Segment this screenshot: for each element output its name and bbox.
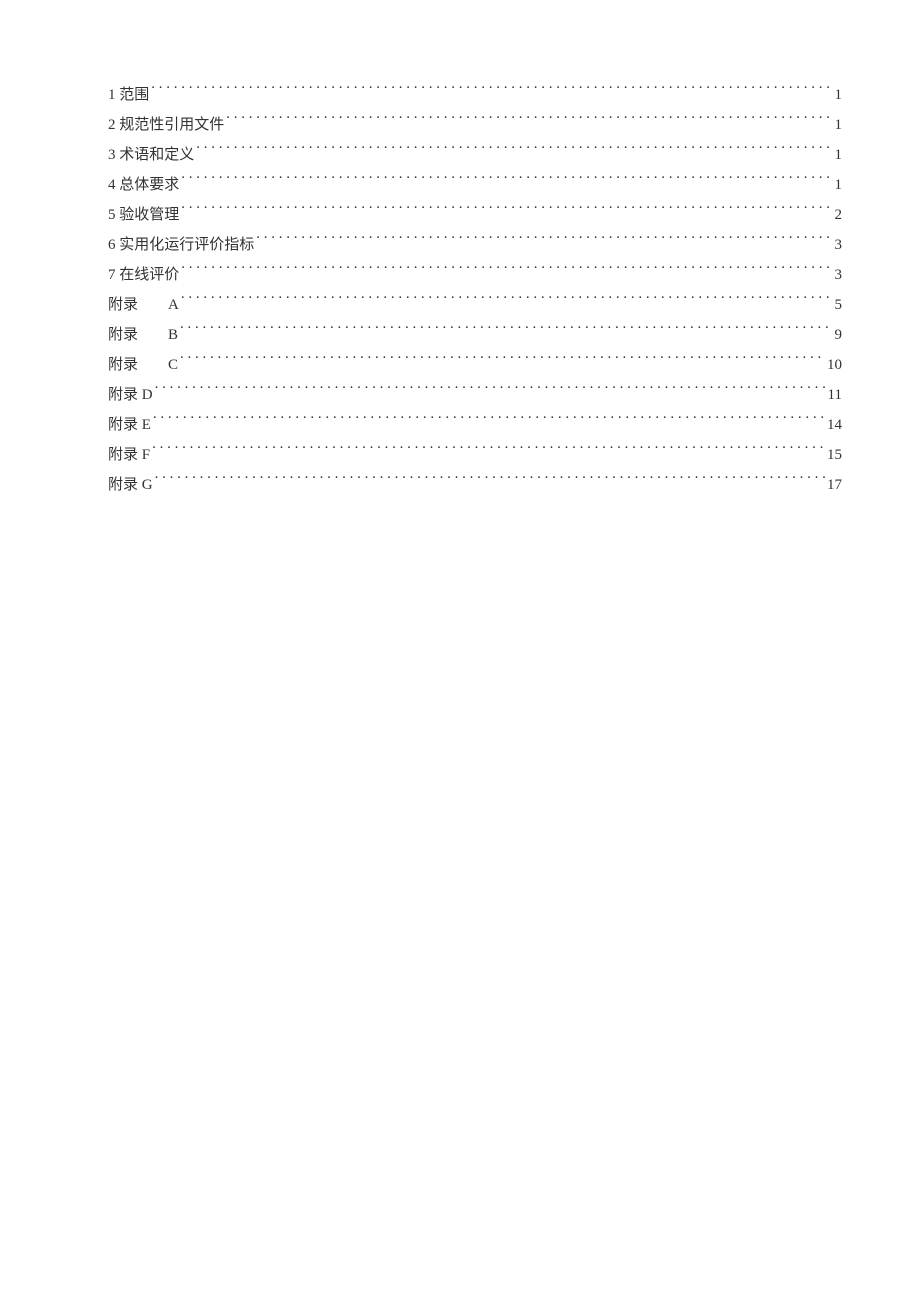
toc-leader-dots <box>256 234 832 249</box>
toc-entry-label: 附录 C <box>108 350 178 380</box>
toc-leader-dots <box>226 114 832 129</box>
toc-entry-page: 10 <box>827 350 842 380</box>
toc-entry-label: 6 实用化运行评价指标 <box>108 230 254 260</box>
toc-entry-label: 附录 G <box>108 470 153 500</box>
toc-entry: 附录 F 15 <box>108 440 842 470</box>
toc-entry-label: 1 范围 <box>108 80 149 110</box>
toc-entry-page: 2 <box>835 200 843 230</box>
toc-entry-page: 3 <box>835 230 843 260</box>
toc-entry-label: 5 验收管理 <box>108 200 179 230</box>
toc-entry: 附录 G 17 <box>108 470 842 500</box>
toc-entry: 附录 B 9 <box>108 320 842 350</box>
toc-entry-label: 附录 E <box>108 410 151 440</box>
toc-entry: 7 在线评价 3 <box>108 260 842 290</box>
toc-entry-page: 5 <box>835 290 843 320</box>
toc-leader-dots <box>151 84 832 99</box>
toc-entry: 2 规范性引用文件 1 <box>108 110 842 140</box>
toc-entry-label: 2 规范性引用文件 <box>108 110 224 140</box>
toc-entry-page: 11 <box>828 380 842 410</box>
toc-leader-dots <box>181 294 833 309</box>
toc-leader-dots <box>180 324 832 339</box>
toc-leader-dots <box>180 354 825 369</box>
toc-entry-page: 14 <box>827 410 842 440</box>
toc-entry-label: 附录 F <box>108 440 150 470</box>
toc-entry-page: 3 <box>835 260 843 290</box>
toc-entry: 附录 C 10 <box>108 350 842 380</box>
toc-entry: 附录 A 5 <box>108 290 842 320</box>
toc-entry-page: 1 <box>835 80 843 110</box>
toc-leader-dots <box>181 264 832 279</box>
toc-entry-page: 15 <box>827 440 842 470</box>
toc-entry: 5 验收管理 2 <box>108 200 842 230</box>
toc-entry-label: 附录 B <box>108 320 178 350</box>
toc-leader-dots <box>196 144 832 159</box>
toc-entry: 附录 E 14 <box>108 410 842 440</box>
toc-leader-dots <box>155 384 826 399</box>
toc-leader-dots <box>153 414 825 429</box>
toc-entry-label: 3 术语和定义 <box>108 140 194 170</box>
toc-entry-label: 7 在线评价 <box>108 260 179 290</box>
toc-leader-dots <box>181 174 832 189</box>
toc-entry: 6 实用化运行评价指标 3 <box>108 230 842 260</box>
toc-entry: 3 术语和定义 1 <box>108 140 842 170</box>
toc-entry-label: 附录 A <box>108 290 179 320</box>
toc-entry-page: 1 <box>835 140 843 170</box>
toc-entry-label: 附录 D <box>108 380 153 410</box>
toc-entry-page: 9 <box>835 320 843 350</box>
toc-leader-dots <box>152 444 825 459</box>
toc-entry: 1 范围 1 <box>108 80 842 110</box>
toc-entry-label: 4 总体要求 <box>108 170 179 200</box>
toc-leader-dots <box>181 204 832 219</box>
toc-leader-dots <box>155 474 825 489</box>
toc-entry-page: 1 <box>835 170 843 200</box>
toc-entry-page: 1 <box>835 110 843 140</box>
toc-entry-page: 17 <box>827 470 842 500</box>
table-of-contents: 1 范围 1 2 规范性引用文件 1 3 术语和定义 1 4 总体要求 1 5 … <box>108 80 842 500</box>
toc-entry: 附录 D 11 <box>108 380 842 410</box>
toc-entry: 4 总体要求 1 <box>108 170 842 200</box>
